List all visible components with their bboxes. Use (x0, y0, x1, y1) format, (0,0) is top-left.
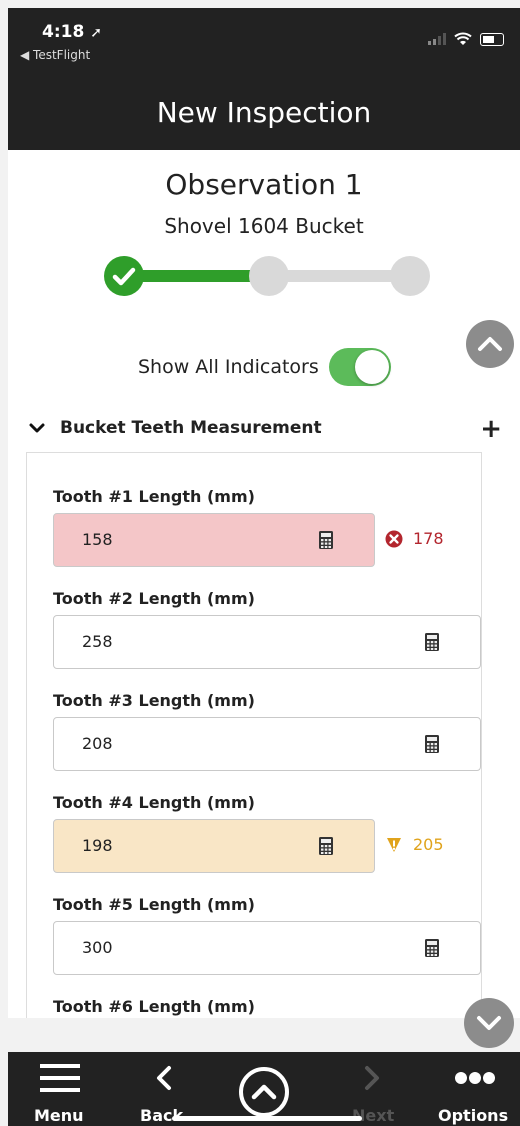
app-header: 4:18 ➚ ◀ TestFlight New Inspection (8, 8, 520, 150)
calculator-icon[interactable] (424, 734, 440, 754)
error-indicator: 178 (385, 529, 444, 548)
step-2[interactable] (249, 256, 289, 296)
home-up-button[interactable] (238, 1066, 290, 1122)
calculator-icon[interactable] (424, 938, 440, 958)
input-value: 158 (82, 530, 113, 549)
step-1-complete[interactable] (104, 256, 144, 296)
input-value: 208 (82, 734, 113, 753)
warning-indicator: 205 (385, 835, 444, 854)
more-options-icon (455, 1072, 495, 1084)
indicator-value: 178 (413, 529, 444, 548)
wifi-icon (454, 32, 472, 45)
field-label: Tooth #5 Length (mm) (53, 895, 255, 914)
tooth-4-input[interactable]: 198 (53, 819, 375, 873)
input-value: 300 (82, 938, 113, 957)
signal-icon (428, 33, 446, 45)
options-label[interactable]: Options (438, 1106, 508, 1125)
tooth-5-input[interactable]: 300 (53, 921, 481, 975)
field-label: Tooth #4 Length (mm) (53, 793, 255, 812)
menu-label[interactable]: Menu (34, 1106, 84, 1125)
status-time: 4:18 ➚ (42, 22, 102, 42)
battery-icon (480, 32, 504, 46)
input-value: 198 (82, 836, 113, 855)
field-label: Tooth #1 Length (mm) (53, 487, 255, 506)
show-indicators-row: Show All Indicators (138, 348, 391, 386)
section-title: Bucket Teeth Measurement (60, 418, 322, 438)
add-icon[interactable]: + (480, 414, 502, 444)
observation-title: Observation 1 (165, 168, 363, 201)
section-header[interactable]: Bucket Teeth Measurement (28, 418, 322, 438)
back-to-app-link[interactable]: ◀ TestFlight (20, 48, 90, 62)
input-value: 258 (82, 632, 113, 651)
inspection-content[interactable]: Observation 1 Shovel 1604 Bucket Show Al… (8, 150, 520, 1018)
hamburger-menu-icon (40, 1064, 80, 1092)
step-3[interactable] (390, 256, 430, 296)
tooth-2-input[interactable]: 258 (53, 615, 481, 669)
show-indicators-toggle[interactable] (328, 348, 391, 386)
show-indicators-label: Show All Indicators (138, 356, 319, 378)
chevron-right-icon (365, 1066, 379, 1090)
chevron-up-icon (478, 337, 502, 351)
options-button[interactable] (454, 1070, 496, 1090)
home-indicator (172, 1116, 362, 1121)
back-button[interactable] (154, 1060, 174, 1100)
menu-button[interactable] (40, 1060, 80, 1100)
error-circle-icon (385, 530, 403, 547)
field-label: Tooth #6 Length (mm) (53, 997, 255, 1016)
calculator-icon[interactable] (318, 836, 334, 856)
chevron-up-circle-icon (239, 1067, 289, 1117)
calculator-icon[interactable] (424, 632, 440, 652)
warning-icon (387, 837, 401, 852)
status-icons (428, 32, 504, 46)
measurement-card: Tooth #1 Length (mm) 158 178 Tooth #2 Le… (26, 452, 482, 1018)
field-label: Tooth #3 Length (mm) (53, 691, 255, 710)
tooth-1-input[interactable]: 158 (53, 513, 375, 567)
chevron-down-icon (29, 423, 45, 433)
bottom-toolbar: Menu Back Next Options (8, 1052, 520, 1126)
observation-subtitle: Shovel 1604 Bucket (164, 214, 364, 238)
scroll-down-button[interactable] (464, 998, 514, 1048)
step-progress (104, 252, 434, 300)
calculator-icon[interactable] (318, 530, 334, 550)
page-title: New Inspection (156, 96, 372, 129)
phone-screen: 4:18 ➚ ◀ TestFlight New Inspection Obser… (0, 0, 520, 1126)
scroll-up-button[interactable] (466, 320, 514, 368)
checkmark-icon (112, 267, 136, 286)
chevron-down-icon (477, 1016, 501, 1030)
chevron-left-icon (157, 1066, 171, 1090)
tooth-3-input[interactable]: 208 (53, 717, 481, 771)
indicator-value: 205 (413, 835, 444, 854)
field-label: Tooth #2 Length (mm) (53, 589, 255, 608)
location-arrow-icon: ➚ (90, 25, 102, 41)
next-button[interactable] (362, 1060, 382, 1100)
